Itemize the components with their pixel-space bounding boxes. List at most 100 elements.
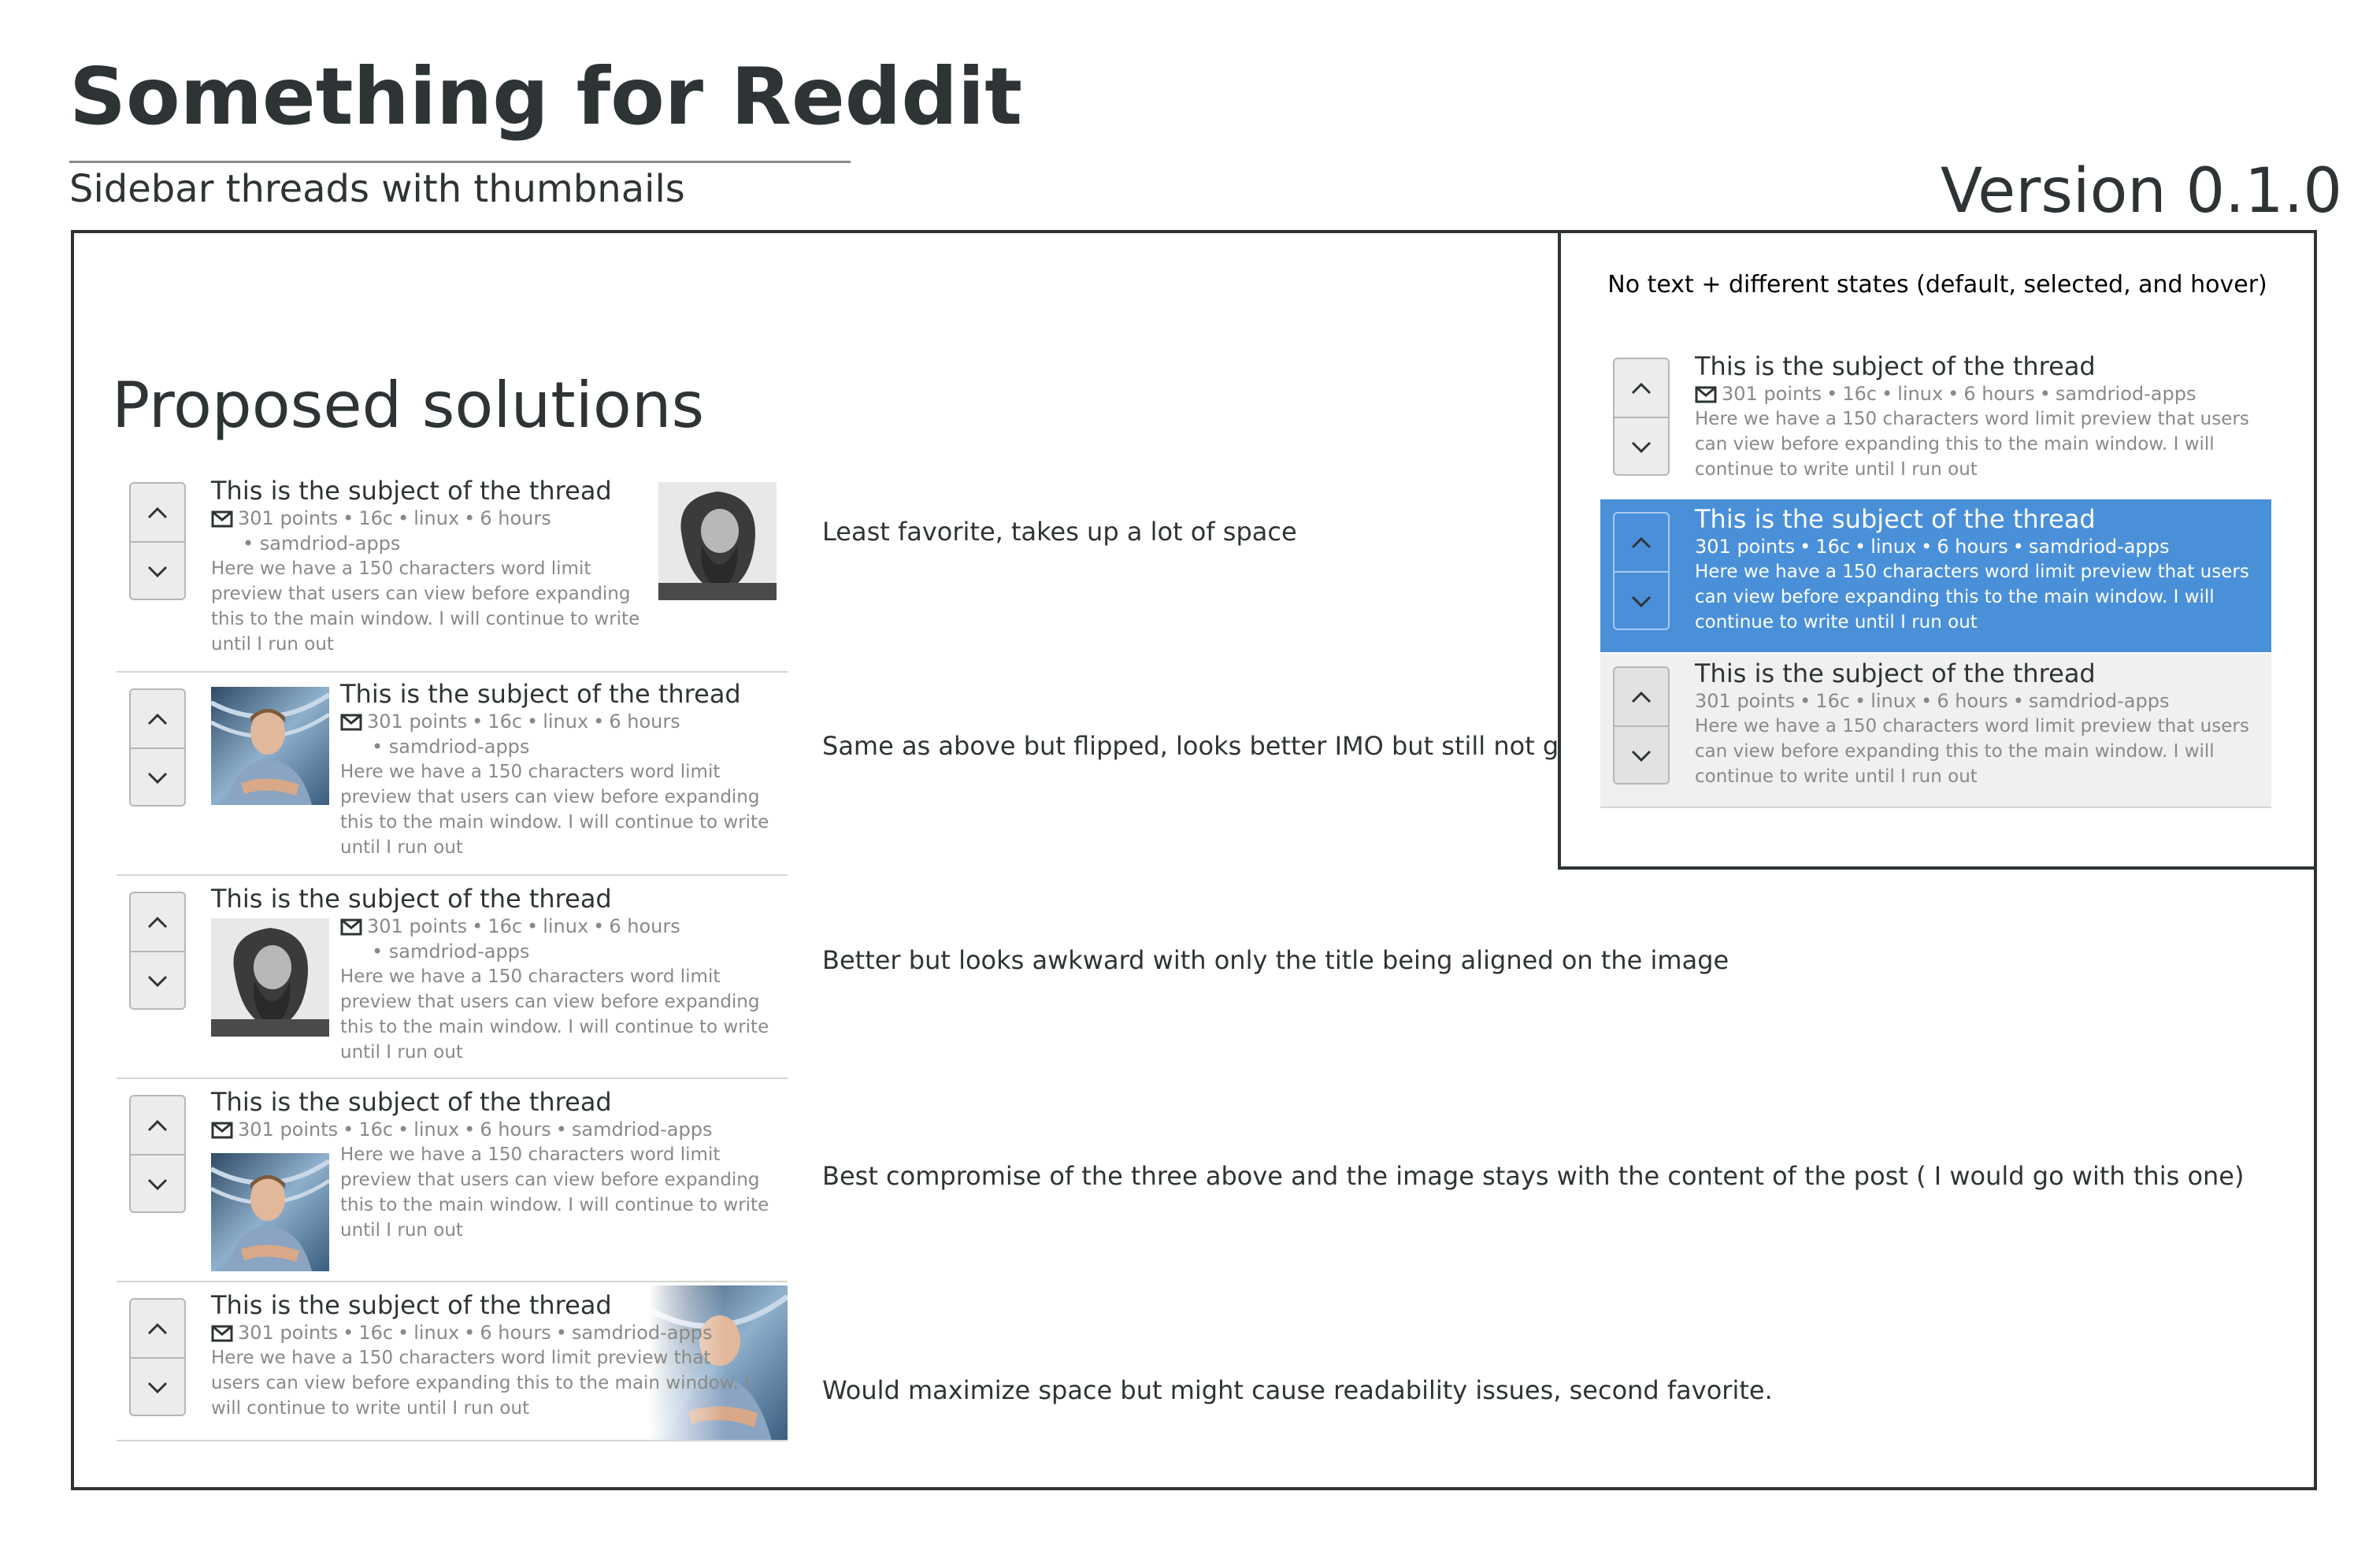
age: 6 hours <box>1937 690 2008 712</box>
comments-count[interactable]: 16c <box>358 1118 393 1141</box>
age: 6 hours <box>609 915 680 937</box>
thread-title[interactable]: This is the subject of the thread <box>1695 351 2254 381</box>
version-label: Version 0.1.0 <box>1940 156 2342 227</box>
envelope-icon <box>1695 386 1717 403</box>
chevron-down-icon <box>147 1382 168 1393</box>
chevron-up-icon <box>147 1322 168 1334</box>
author[interactable]: samdriod-apps <box>389 736 530 758</box>
app-title: Something for Reddit <box>69 50 1023 143</box>
subreddit[interactable]: linux <box>1897 383 1943 405</box>
thread-item[interactable]: This is the subject of the thread 301 po… <box>117 676 788 876</box>
subreddit[interactable]: linux <box>1870 536 1916 558</box>
comments-count[interactable]: 16c <box>1815 690 1850 712</box>
thread-meta: 301 points • 16c • linux • 6 hours • samdriod-ap… <box>1695 381 2254 406</box>
thread-item-hover[interactable]: This is the subject of the thread 301 po… <box>1600 654 2271 808</box>
thread-title[interactable]: This is the subject of the thread <box>211 1290 762 1320</box>
comments-count[interactable]: 16c <box>487 710 522 733</box>
subreddit[interactable]: linux <box>1870 690 1916 712</box>
proposal-description: Better but looks awkward with only the t… <box>822 945 1729 975</box>
comments-count[interactable]: 16c <box>487 915 522 937</box>
upvote-button[interactable] <box>131 1096 184 1154</box>
subreddit[interactable]: linux <box>413 1118 459 1141</box>
downvote-button[interactable] <box>1614 725 1668 785</box>
thread-thumbnail[interactable] <box>211 918 329 1037</box>
downvote-button[interactable] <box>131 747 184 807</box>
downvote-button[interactable] <box>1614 417 1668 476</box>
author[interactable]: samdriod-apps <box>572 1322 713 1344</box>
chevron-down-icon <box>147 975 168 987</box>
subreddit[interactable]: linux <box>413 1322 459 1344</box>
thread-item-default[interactable]: This is the subject of the thread 301 po… <box>1600 347 2271 498</box>
subreddit[interactable]: linux <box>543 710 588 733</box>
man-crossed-arms-photo <box>211 687 329 805</box>
comments-count[interactable]: 16c <box>1815 536 1850 558</box>
chevron-down-icon <box>1631 441 1652 453</box>
upvote-button[interactable] <box>131 1300 184 1357</box>
thread-preview: Here we have a 150 characters word limit… <box>340 966 769 1063</box>
title-divider <box>69 161 851 163</box>
comments-count[interactable]: 16c <box>1842 383 1877 405</box>
upvote-button[interactable] <box>1614 668 1668 725</box>
thread-meta-author: • samdriod-apps <box>243 532 401 555</box>
chevron-up-icon <box>1631 691 1652 703</box>
downvote-button[interactable] <box>1614 571 1668 630</box>
thread-title[interactable]: This is the subject of the thread <box>1695 504 2254 534</box>
comments-count[interactable]: 16c <box>358 1322 393 1344</box>
thread-preview: Here we have a 150 characters word limit… <box>1695 716 2249 787</box>
author[interactable]: samdriod-apps <box>260 532 401 555</box>
thread-thumbnail[interactable] <box>211 1153 329 1271</box>
thread-title[interactable]: This is the subject of the thread <box>340 679 788 709</box>
subreddit[interactable]: linux <box>413 507 459 529</box>
chevron-up-icon <box>1631 536 1652 548</box>
thread-title[interactable]: This is the subject of the thread <box>211 1087 786 1117</box>
author[interactable]: samdriod-apps <box>389 940 530 963</box>
age: 6 hours <box>609 710 680 733</box>
age: 6 hours <box>480 1118 551 1141</box>
proposal-description: Would maximize space but might cause rea… <box>822 1375 1773 1405</box>
author[interactable]: samdriod-apps <box>2029 536 2170 558</box>
thread-item-selected[interactable]: This is the subject of the thread 301 po… <box>1600 499 2271 652</box>
downvote-button[interactable] <box>131 1357 184 1416</box>
comments-count[interactable]: 16c <box>358 507 393 529</box>
points: 301 points <box>238 1322 339 1344</box>
downvote-button[interactable] <box>131 1154 184 1213</box>
author[interactable]: samdriod-apps <box>2056 383 2196 405</box>
age: 6 hours <box>480 1322 551 1344</box>
thread-item[interactable]: This is the subject of the thread 301 po… <box>117 879 788 1079</box>
upvote-button[interactable] <box>1614 514 1668 571</box>
thread-meta: 301 points • 16c • linux • 6 hours • samdriod-ap… <box>1695 536 2170 558</box>
points: 301 points <box>367 710 468 733</box>
chevron-down-icon <box>1631 595 1652 607</box>
thread-item[interactable]: This is the subject of the thread 301 po… <box>117 1285 788 1441</box>
chevron-up-icon <box>147 713 168 725</box>
thread-item[interactable]: This is the subject of the thread 301 po… <box>117 473 788 673</box>
downvote-button[interactable] <box>131 951 184 1010</box>
man-crossed-arms-photo <box>211 1153 329 1271</box>
upvote-button[interactable] <box>131 484 184 541</box>
upvote-button[interactable] <box>131 690 184 747</box>
thread-item[interactable]: This is the subject of the thread 301 po… <box>117 1082 788 1282</box>
author[interactable]: samdriod-apps <box>2029 690 2170 712</box>
envelope-icon <box>211 1122 233 1139</box>
thread-title[interactable]: This is the subject of the thread <box>211 884 612 914</box>
thread-preview: Here we have a 150 characters word limit… <box>211 558 640 655</box>
thread-meta: 301 points • 16c • linux • 6 hours <box>211 506 658 531</box>
subreddit[interactable]: linux <box>543 915 588 937</box>
thread-title[interactable]: This is the subject of the thread <box>1695 658 2254 688</box>
downvote-button[interactable] <box>131 541 184 600</box>
thread-title[interactable]: This is the subject of the thread <box>211 476 658 506</box>
chevron-down-icon <box>1631 750 1652 762</box>
thread-thumbnail[interactable] <box>658 482 777 600</box>
age: 6 hours <box>480 507 551 529</box>
vote-buttons <box>1613 512 1670 630</box>
upvote-button[interactable] <box>1614 359 1668 417</box>
thread-thumbnail[interactable] <box>211 687 329 805</box>
thread-meta: 301 points • 16c • linux • 6 hours <box>340 709 788 734</box>
bearded-man-photo <box>211 918 329 1037</box>
vote-buttons <box>1613 358 1670 476</box>
vote-buttons <box>129 1095 186 1213</box>
thread-preview: Here we have a 150 characters word limit… <box>211 1348 750 1419</box>
author[interactable]: samdriod-apps <box>572 1118 713 1141</box>
upvote-button[interactable] <box>131 893 184 951</box>
chevron-down-icon <box>147 772 168 784</box>
